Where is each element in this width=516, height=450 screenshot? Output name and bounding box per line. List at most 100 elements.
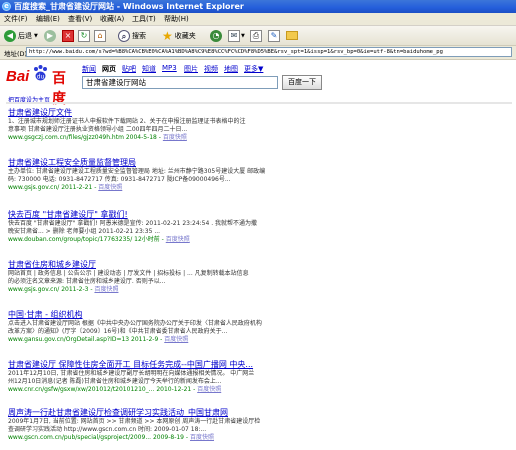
result-url-text: www.gansu.gov.cn/OrgDetail.asp?ID=13 201… (8, 336, 159, 343)
result-snapshot-link[interactable]: 百度快照 (197, 386, 221, 393)
result-snapshot-link[interactable]: 百度快照 (166, 236, 190, 243)
print-button[interactable]: ⎙ (250, 28, 262, 43)
mail-icon: ✉ (228, 29, 240, 42)
search-button[interactable]: ⌕ 搜索 (118, 28, 146, 43)
result-title[interactable]: 甘肃省建设工程安全质量监督管理局 (8, 158, 508, 168)
back-dropdown-icon: ▼ (34, 32, 38, 39)
search-icon: ⌕ (118, 29, 130, 42)
folder-button[interactable] (286, 28, 298, 43)
edit-button[interactable]: ✎ (268, 28, 280, 43)
result-desc: 点击进入甘肃省建设厅网站 根据《中共中央办公厅国务院办公厅关于印发〈甘肃省人民政… (8, 320, 262, 327)
stop-button[interactable]: × (62, 28, 74, 43)
history-icon: ◔ (210, 29, 222, 42)
result-title[interactable]: 甘肃省住房和城乡建设厅 (8, 260, 508, 270)
back-icon: ◀ (4, 29, 16, 42)
back-button[interactable]: ◀ 后退 ▼ (4, 28, 38, 43)
menu-tools[interactable]: 工具(T) (132, 13, 156, 25)
menu-favorites[interactable]: 收藏(A) (100, 13, 124, 25)
favorites-icon: ★ (162, 28, 173, 43)
result-url: www.gscn.com.cn/pub/special/gsproject/20… (8, 434, 214, 441)
search-result: 甘肃省建设厅文件 1、注册城市规划师注册证书人申报软件下载网站 2、关于在申报注… (8, 108, 508, 142)
result-url: www.gsjs.gov.cn/ 2011-2-21 - 百度快照 (8, 184, 123, 191)
result-desc: 改革方案〉的通知》(厅字〔2009〕16号)和《中共甘肃省委甘肃省人民政府关于.… (8, 328, 228, 335)
result-url-text: www.cnr.cn/gsfw/gsxw/xw/201012/t20101210… (8, 386, 192, 393)
page-content: Bai du 百度 新闻 网页 贴吧 知道 MP3 图片 视频 地图 更多▼ 甘… (0, 60, 516, 450)
tab-video[interactable]: 视频 (204, 64, 218, 74)
result-snapshot-link[interactable]: 百度快照 (164, 336, 188, 343)
result-desc: 晚安甘肃省... > 删除 老师要小组 2011-02-21 23:35 ... (8, 228, 161, 235)
search-submit-button[interactable]: 百度一下 (282, 75, 322, 90)
tab-zhidao[interactable]: 知道 (142, 64, 156, 74)
ie-logo-icon: e (2, 2, 11, 11)
menu-view[interactable]: 查看(V) (68, 13, 92, 25)
result-url-text: www.gsjs.gov.cn/ 2011-2-3 (8, 286, 89, 293)
result-url-text: www.gsjs.gov.cn/ 2011-2-21 (8, 184, 93, 191)
svg-text:du: du (37, 74, 45, 81)
result-desc: 意事项 甘肃省建设厅注册执业资格领导小组 二00四年四月二十日... (8, 126, 188, 133)
edit-icon: ✎ (268, 29, 280, 42)
home-icon: ⌂ (94, 29, 106, 42)
divider (6, 102, 512, 104)
print-icon: ⎙ (250, 29, 262, 42)
result-desc: 主办单位: 甘肃省建设厅建设工程质量安全监督管理局 地址: 兰州市静宁路305号… (8, 168, 266, 175)
result-title[interactable]: 甘肃省建设厅 保障性住房全面开工 目标任务完成--中国广播网 中央... (8, 360, 508, 370)
result-title[interactable]: 中国·甘肃 - 组织机构 (8, 310, 508, 320)
menu-edit[interactable]: 编辑(E) (36, 13, 60, 25)
result-desc: 2009年1月7日, 当前位置: 网站首页 >> 甘肃频道 >> 本网原创 周声… (8, 418, 261, 425)
tab-news[interactable]: 新闻 (82, 64, 96, 74)
search-input[interactable]: 甘肃省建设厅网站 (82, 76, 278, 89)
result-desc: 1、注册城市规划师注册证书人申报软件下载网站 2、关于在申报注册监理证书表格中的… (8, 118, 246, 125)
result-url: www.cnr.cn/gsfw/gsxw/xw/201012/t20101210… (8, 386, 222, 393)
search-result: 快去百度 "甘肃省建设厅" 拿戳们! 快去百度 "甘肃省建设厅" 拿戳们! 阿愚… (8, 210, 508, 244)
mail-dropdown-icon: ▼ (241, 32, 245, 39)
tab-web[interactable]: 网页 (102, 64, 116, 74)
result-url: www.gsjs.gov.cn/ 2011-2-3 - 百度快照 (8, 286, 119, 293)
toolbar: ◀ 后退 ▼ ▶ × ↻ ⌂ ⌕ 搜索 ★ 收藏夹 ◔ ✉ ▼ ⎙ ✎ (0, 26, 516, 46)
result-title[interactable]: 周声涛一行赴甘肃省建设厅检查调研学习实践活动_中国甘肃网 (8, 408, 508, 418)
address-input[interactable]: http://www.baidu.com/s?wd=%B8%CA%CB%E0%C… (26, 47, 512, 57)
home-button[interactable]: ⌂ (94, 28, 106, 43)
search-result: 周声涛一行赴甘肃省建设厅检查调研学习实践活动_中国甘肃网 2009年1月7日, … (8, 408, 508, 442)
history-button[interactable]: ◔ (210, 28, 222, 43)
paw-icon: du (34, 65, 47, 81)
address-bar: 地址(D) http://www.baidu.com/s?wd=%B8%CA%C… (0, 46, 516, 60)
result-desc: 码: 730000 电话: 0931-8472717 传真: 0931-8472… (8, 176, 231, 183)
result-desc: 查调研学习实践活动 http://www.gscn.com.cn 时间: 200… (8, 426, 207, 433)
result-url-text: www.gsgczj.com.cn/files/gjzz049h.htm 200… (8, 134, 157, 141)
folder-icon (286, 31, 298, 40)
tab-images[interactable]: 图片 (184, 64, 198, 74)
search-result: 甘肃省建设工程安全质量监督管理局 主办单位: 甘肃省建设厅建设工程质量安全监督管… (8, 158, 508, 192)
forward-button[interactable]: ▶ (44, 28, 56, 43)
menu-file[interactable]: 文件(F) (4, 13, 28, 25)
result-url-text: www.gscn.com.cn/pub/special/gsproject/20… (8, 434, 184, 441)
window-titlebar: e 百度搜索_甘肃省建设厅网站 - Windows Internet Explo… (0, 0, 516, 13)
menu-bar: 文件(F) 编辑(E) 查看(V) 收藏(A) 工具(T) 帮助(H) (0, 13, 516, 26)
result-url: www.douban.com/group/topic/17763235/ 12小… (8, 236, 190, 243)
result-desc: 州12月10日消息(记者 陈磊)甘肃省住房和城乡建设厅今天举行的新闻发布会上..… (8, 378, 222, 385)
result-snapshot-link[interactable]: 百度快照 (163, 134, 187, 141)
result-desc: 快去百度 "甘肃省建设厅" 拿戳们! 阿愚米德是宣传: 2011-02-21 2… (8, 220, 258, 227)
search-label: 搜索 (132, 31, 146, 40)
result-title[interactable]: 甘肃省建设厅文件 (8, 108, 508, 118)
back-label: 后退 (18, 31, 32, 40)
address-label: 地址(D) (4, 50, 28, 58)
stop-icon: × (62, 29, 74, 42)
tab-tieba[interactable]: 贴吧 (122, 64, 136, 74)
result-snapshot-link[interactable]: 百度快照 (190, 434, 214, 441)
menu-help[interactable]: 帮助(H) (164, 13, 189, 25)
favorites-button[interactable]: ★ 收藏夹 (162, 28, 196, 43)
mail-button[interactable]: ✉ ▼ (228, 28, 245, 43)
result-snapshot-link[interactable]: 百度快照 (94, 286, 118, 293)
refresh-icon: ↻ (78, 29, 90, 42)
result-snapshot-link[interactable]: 百度快照 (98, 184, 122, 191)
search-result: 甘肃省建设厅 保障性住房全面开工 目标任务完成--中国广播网 中央... 201… (8, 360, 508, 394)
refresh-button[interactable]: ↻ (78, 28, 90, 43)
tab-mp3[interactable]: MP3 (162, 64, 177, 72)
result-url-text: www.douban.com/group/topic/17763235/ 12小… (8, 236, 160, 243)
search-result: 中国·甘肃 - 组织机构 点击进入甘肃省建设厅网站 根据《中共中央办公厅国务院办… (8, 310, 508, 344)
tab-map[interactable]: 地图 (224, 64, 238, 74)
baidu-logo[interactable]: Bai du 百度 (6, 62, 78, 107)
result-title[interactable]: 快去百度 "甘肃省建设厅" 拿戳们! (8, 210, 508, 220)
window-title: 百度搜索_甘肃省建设厅网站 - Windows Internet Explore… (14, 2, 244, 11)
tab-more[interactable]: 更多▼ (244, 64, 263, 74)
